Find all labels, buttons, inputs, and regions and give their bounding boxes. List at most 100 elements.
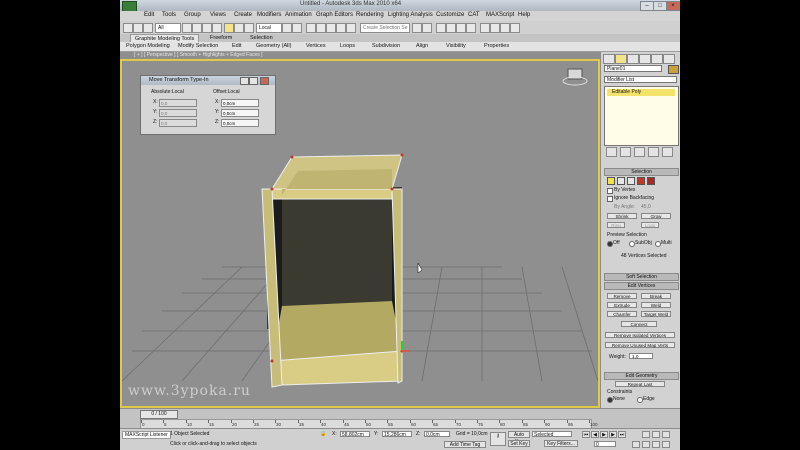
- add-time-tag-button[interactable]: Add Time Tag: [444, 441, 486, 448]
- viewport-label[interactable]: [ + ] [ Perspective ] [ Smooth + Highlig…: [120, 52, 600, 59]
- pan-icon[interactable]: [642, 441, 650, 448]
- reference-coordinate-dropdown[interactable]: Local: [256, 23, 282, 33]
- prev-frame-icon[interactable]: ◀: [591, 431, 599, 438]
- menu-modifiers[interactable]: Modifiers: [257, 12, 281, 18]
- panel-polygon-modeling[interactable]: Polygon Modeling: [126, 43, 170, 49]
- menu-lighting-analysis[interactable]: Lighting Analysis: [388, 12, 433, 18]
- go-to-end-icon[interactable]: ⏭: [618, 431, 626, 438]
- weld-button[interactable]: Weld: [641, 302, 671, 308]
- panel-modify-selection[interactable]: Modify Selection: [178, 43, 218, 49]
- extrude-button[interactable]: Extrude: [607, 302, 637, 308]
- make-unique-icon[interactable]: [634, 147, 645, 157]
- time-config-icon[interactable]: [632, 441, 640, 448]
- display-tab-icon[interactable]: [651, 54, 663, 64]
- element-mode-icon[interactable]: [647, 177, 655, 185]
- modifier-stack[interactable]: Editable Poly: [604, 86, 679, 146]
- orbit-icon[interactable]: [652, 441, 660, 448]
- utilities-tab-icon[interactable]: [663, 54, 675, 64]
- render-setup-icon[interactable]: [490, 23, 500, 33]
- selection-filter-dropdown[interactable]: All: [155, 23, 181, 33]
- dialog-close-button[interactable]: [260, 77, 269, 85]
- menu-edit[interactable]: Edit: [144, 12, 154, 18]
- material-editor-icon[interactable]: [480, 23, 490, 33]
- remove-isolated-vertices-button[interactable]: Remove Isolated Vertices: [605, 332, 675, 338]
- motion-tab-icon[interactable]: [639, 54, 651, 64]
- maximize-button[interactable]: □: [653, 1, 667, 11]
- edit-geometry-rollout-header[interactable]: Edit Geometry: [604, 372, 679, 380]
- create-tab-icon[interactable]: [603, 54, 615, 64]
- layer-manager-icon[interactable]: [436, 23, 446, 33]
- modifier-list-dropdown[interactable]: Modifier List: [604, 76, 677, 83]
- zoom-icon[interactable]: [642, 431, 650, 438]
- show-end-result-icon[interactable]: [620, 147, 631, 157]
- offset-y-field[interactable]: [221, 109, 259, 117]
- menu-cat[interactable]: CAT: [468, 12, 480, 18]
- menu-tools[interactable]: Tools: [162, 12, 176, 18]
- panel-subdivision[interactable]: Subdivision: [372, 43, 400, 49]
- minimize-button[interactable]: –: [640, 1, 654, 11]
- rendered-frame-icon[interactable]: [500, 23, 510, 33]
- close-button[interactable]: ×: [666, 1, 680, 11]
- abs-z-field[interactable]: [159, 119, 197, 127]
- menu-views[interactable]: Views: [210, 12, 226, 18]
- named-selection-dropdown[interactable]: Create Selection Se: [360, 23, 410, 33]
- maximize-viewport-icon[interactable]: [662, 441, 670, 448]
- menu-rendering[interactable]: Rendering: [356, 12, 384, 18]
- select-object-icon[interactable]: [182, 23, 192, 33]
- tab-freeform[interactable]: Freeform: [206, 34, 236, 42]
- grow-button[interactable]: Grow: [641, 213, 671, 219]
- percent-snap-icon[interactable]: [326, 23, 336, 33]
- vertex-mode-icon[interactable]: [607, 177, 615, 185]
- graphite-toggle-icon[interactable]: [446, 23, 456, 33]
- schematic-view-icon[interactable]: [466, 23, 476, 33]
- panel-vertices[interactable]: Vertices: [306, 43, 326, 49]
- menu-create[interactable]: Create: [234, 12, 252, 18]
- z-coordinate-field[interactable]: 0,0cm: [424, 431, 450, 438]
- zoom-extents-icon[interactable]: [662, 431, 670, 438]
- zoom-all-icon[interactable]: [652, 431, 660, 438]
- edit-vertices-rollout-header[interactable]: Edit Vertices: [604, 282, 679, 290]
- select-scale-icon[interactable]: [244, 23, 254, 33]
- move-gizmo[interactable]: [401, 341, 410, 352]
- render-teapot-icon[interactable]: [510, 23, 520, 33]
- set-key-button[interactable]: Set Key: [508, 440, 530, 447]
- menu-animation[interactable]: Animation: [285, 12, 312, 18]
- ignore-backfacing-checkbox[interactable]: [607, 196, 613, 202]
- panel-edit[interactable]: Edit: [232, 43, 241, 49]
- curve-editor-icon[interactable]: [456, 23, 466, 33]
- align-icon[interactable]: [422, 23, 432, 33]
- y-coordinate-field[interactable]: 15,286cm: [382, 431, 412, 438]
- chamfer-button[interactable]: Chamfer: [607, 311, 637, 317]
- abs-x-field[interactable]: [159, 99, 197, 107]
- border-mode-icon[interactable]: [627, 177, 635, 185]
- object-name-field[interactable]: Plane01: [604, 65, 662, 72]
- current-frame-field[interactable]: 0: [594, 441, 616, 448]
- target-weld-button[interactable]: Target Weld: [641, 311, 671, 317]
- modify-tab-icon[interactable]: [615, 54, 627, 64]
- menu-maxscript[interactable]: MAXScript: [486, 12, 514, 18]
- undo-icon[interactable]: [123, 23, 133, 33]
- link-icon[interactable]: [143, 23, 153, 33]
- repeat-last-button[interactable]: Repeat Last: [615, 381, 665, 387]
- panel-align[interactable]: Align: [416, 43, 428, 49]
- snap-toggle-icon[interactable]: [306, 23, 316, 33]
- redo-icon[interactable]: [133, 23, 143, 33]
- rect-selection-icon[interactable]: [202, 23, 212, 33]
- shrink-button[interactable]: Shrink: [607, 213, 637, 219]
- remove-modifier-icon[interactable]: [648, 147, 659, 157]
- menu-customize[interactable]: Customize: [436, 12, 464, 18]
- remove-button[interactable]: Remove: [607, 293, 637, 299]
- key-mode-dropdown[interactable]: Selected: [532, 431, 572, 438]
- menu-graph-editors[interactable]: Graph Editors: [316, 12, 353, 18]
- connect-button[interactable]: Connect: [621, 321, 657, 327]
- manipulate-icon[interactable]: [292, 23, 302, 33]
- key-filters-button[interactable]: Key Filters...: [544, 440, 578, 447]
- panel-properties[interactable]: Properties: [484, 43, 509, 49]
- x-coordinate-field[interactable]: 58,802cm: [340, 431, 370, 438]
- pivot-center-icon[interactable]: [282, 23, 292, 33]
- next-frame-icon[interactable]: ▶: [609, 431, 617, 438]
- spinner-snap-icon[interactable]: [336, 23, 346, 33]
- tab-selection[interactable]: Selection: [246, 34, 277, 42]
- configure-sets-icon[interactable]: [662, 147, 673, 157]
- set-key-icon[interactable]: ⚷: [490, 432, 506, 446]
